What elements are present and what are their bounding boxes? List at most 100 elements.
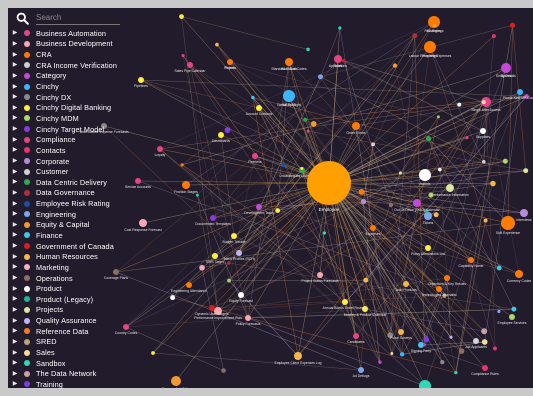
graph-node[interactable]	[210, 215, 216, 221]
graph-node[interactable]	[425, 245, 431, 251]
graph-node[interactable]	[227, 278, 231, 283]
expand-caret-icon[interactable]: ▶	[8, 209, 22, 219]
graph-node[interactable]	[285, 58, 293, 66]
graph-node[interactable]	[509, 22, 516, 28]
graph-node[interactable]	[438, 167, 442, 172]
graph-node[interactable]	[523, 168, 529, 174]
graph-node[interactable]	[432, 23, 437, 28]
graph-node[interactable]	[490, 180, 496, 187]
graph-node[interactable]	[294, 352, 302, 360]
graph-node[interactable]	[317, 272, 323, 278]
legend-item[interactable]: ▶ Customer	[8, 166, 140, 177]
graph-node[interactable]	[520, 209, 528, 217]
graph-node[interactable]	[303, 117, 308, 122]
graph-node[interactable]	[256, 204, 262, 210]
graph-node[interactable]	[449, 335, 453, 339]
graph-node[interactable]	[171, 376, 181, 386]
legend-item[interactable]: ▶ Cinchy Target Model	[8, 124, 140, 135]
graph-node[interactable]	[457, 102, 462, 107]
expand-caret-icon[interactable]: ▶	[8, 241, 22, 251]
graph-node[interactable]	[491, 34, 496, 39]
graph-node[interactable]	[231, 233, 237, 239]
legend-item[interactable]: ▶ CRA Income Verification	[8, 60, 140, 71]
legend-item[interactable]: ▶ SRED	[8, 337, 140, 348]
expand-caret-icon[interactable]: ▶	[8, 82, 22, 92]
graph-node[interactable]	[360, 198, 367, 205]
expand-caret-icon[interactable]: ▶	[8, 71, 22, 81]
legend-item[interactable]: ▶ Projects	[8, 305, 140, 316]
legend-item[interactable]: ▶ Operations	[8, 273, 140, 284]
graph-node[interactable]	[403, 281, 409, 287]
legend-item[interactable]: ▶ Data Governance	[8, 188, 140, 199]
graph-node[interactable]	[413, 199, 421, 207]
graph-node[interactable]	[342, 58, 346, 63]
legend-item[interactable]: ▶ Human Resources	[8, 251, 140, 262]
graph-node[interactable]	[454, 370, 458, 375]
graph-node[interactable]	[502, 158, 508, 164]
graph-node[interactable]	[352, 122, 360, 130]
expand-caret-icon[interactable]: ▶	[8, 92, 22, 102]
graph-node[interactable]	[342, 299, 348, 305]
graph-node[interactable]	[187, 62, 193, 68]
legend-item[interactable]: ▶ CRA	[8, 49, 140, 60]
graph-node[interactable]	[358, 188, 365, 195]
graph-node[interactable]	[446, 184, 454, 192]
graph-node[interactable]	[251, 95, 255, 100]
legend-item[interactable]: ▶ Business Automation	[8, 28, 140, 39]
graph-node[interactable]	[399, 352, 405, 357]
graph-node[interactable]	[252, 153, 258, 159]
legend-item[interactable]: ▶ Employee Risk Rating	[8, 198, 140, 209]
legend-item[interactable]: ▶ Marketing	[8, 262, 140, 273]
graph-node[interactable]	[419, 380, 431, 388]
legend-item[interactable]: ▶ The Data Network	[8, 369, 140, 380]
graph-node[interactable]	[139, 219, 147, 227]
graph-node[interactable]	[283, 90, 295, 102]
graph-node[interactable]	[236, 250, 242, 256]
search-icon[interactable]	[16, 12, 29, 25]
expand-caret-icon[interactable]: ▶	[8, 39, 22, 49]
graph-node[interactable]	[338, 26, 342, 30]
graph-node[interactable]	[501, 63, 511, 73]
expand-caret-icon[interactable]: ▶	[8, 220, 22, 230]
graph-node[interactable]	[509, 314, 515, 320]
legend-item[interactable]: ▶ Quality Assurance	[8, 315, 140, 326]
expand-caret-icon[interactable]: ▶	[8, 252, 22, 262]
graph-node[interactable]	[473, 338, 479, 344]
graph-node[interactable]	[256, 105, 262, 111]
graph-node[interactable]	[218, 132, 224, 138]
graph-node[interactable]	[481, 339, 488, 345]
graph-node[interactable]	[227, 261, 231, 265]
graph-node[interactable]	[440, 359, 445, 365]
graph-node[interactable]	[412, 33, 418, 39]
graph-node[interactable]	[310, 121, 317, 127]
legend-item[interactable]: ▶ Business Development	[8, 39, 140, 50]
graph-node[interactable]	[481, 328, 488, 335]
expand-caret-icon[interactable]: ▶	[8, 305, 22, 315]
graph-node[interactable]	[392, 63, 398, 68]
graph-node[interactable]	[186, 282, 192, 288]
graph-node[interactable]	[318, 74, 323, 80]
graph-node[interactable]	[511, 306, 517, 312]
expand-caret-icon[interactable]: ▶	[8, 103, 22, 113]
center-node[interactable]	[307, 161, 351, 205]
expand-caret-icon[interactable]: ▶	[8, 326, 22, 336]
graph-node[interactable]	[371, 142, 376, 147]
graph-node[interactable]	[388, 202, 394, 208]
legend-item[interactable]: ▶ Equity & Capital	[8, 220, 140, 231]
graph-node[interactable]	[212, 253, 218, 259]
graph-node[interactable]	[209, 305, 215, 311]
graph-node[interactable]	[363, 277, 369, 283]
legend-item[interactable]: ▶ Engineering	[8, 209, 140, 220]
graph-node[interactable]	[424, 41, 436, 53]
graph-node[interactable]	[151, 351, 155, 355]
graph-node[interactable]	[281, 162, 286, 168]
graph-node[interactable]	[353, 333, 359, 339]
graph-node[interactable]	[481, 100, 486, 105]
graph-node[interactable]	[497, 309, 501, 314]
graph-node[interactable]	[195, 193, 199, 197]
expand-caret-icon[interactable]: ▶	[8, 50, 22, 60]
graph-node[interactable]	[468, 257, 474, 263]
graph-node[interactable]	[517, 89, 523, 95]
graph-node[interactable]	[358, 367, 364, 373]
expand-caret-icon[interactable]: ▶	[8, 199, 22, 209]
